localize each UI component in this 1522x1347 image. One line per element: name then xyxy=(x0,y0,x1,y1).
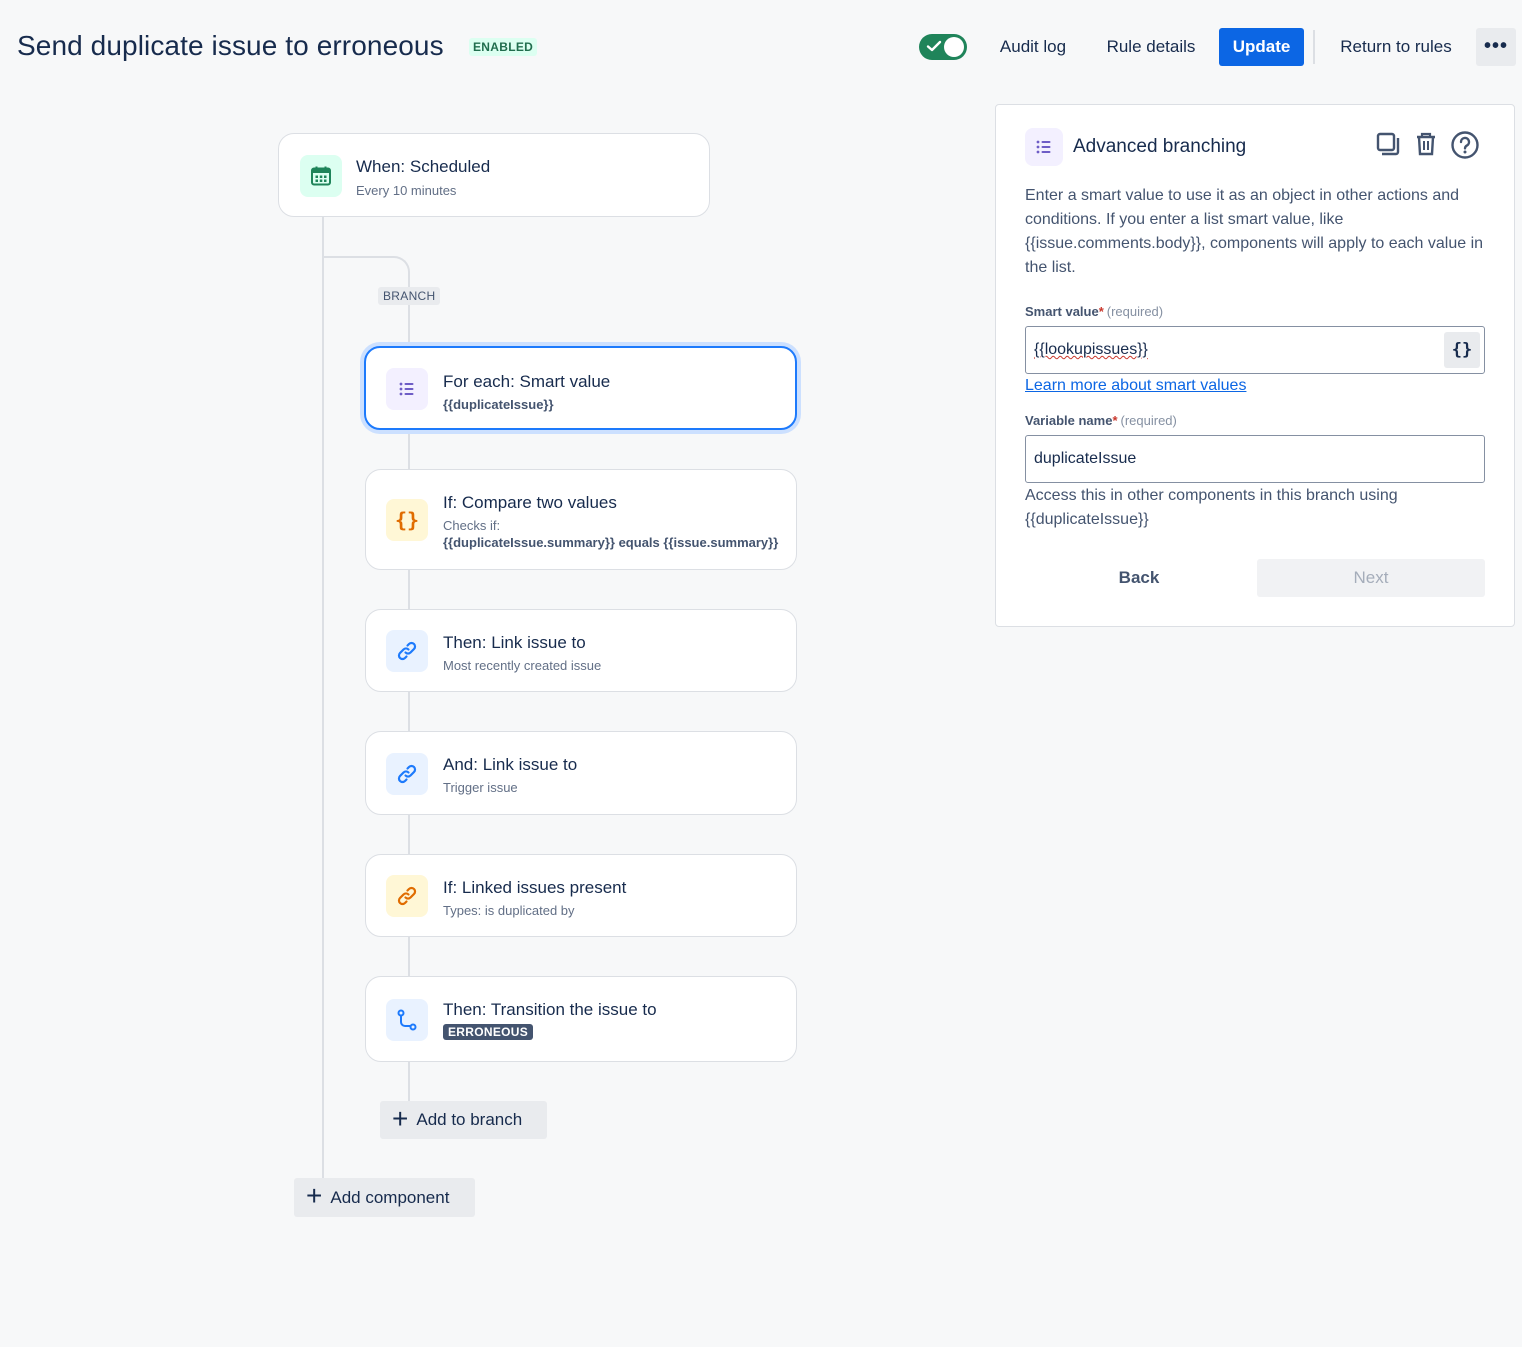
linked-issues-present-subtitle: Types: is duplicated by xyxy=(443,903,575,918)
component-config-panel: Advanced branching Enter a smart value t… xyxy=(995,104,1515,627)
variable-name-label: Variable name* (required) xyxy=(1025,413,1177,428)
rule-details-button[interactable]: Rule details xyxy=(1100,28,1202,66)
add-component-label: Add component xyxy=(330,1187,450,1207)
update-button[interactable]: Update xyxy=(1219,28,1304,66)
plus-icon: + xyxy=(306,1180,323,1211)
erroneous-lozenge: ERRONEOUS xyxy=(443,1024,534,1040)
trigger-card[interactable]: When: Scheduled Every 10 minutes xyxy=(278,133,710,217)
linked-issues-present-title: If: Linked issues present xyxy=(443,878,627,897)
link-icon xyxy=(386,753,428,795)
smart-value-label: Smart value* (required) xyxy=(1025,304,1164,319)
help-icon[interactable] xyxy=(1450,130,1480,160)
return-to-rules-button[interactable]: Return to rules xyxy=(1332,28,1460,66)
list-icon xyxy=(386,368,428,410)
for-each-subtitle: {{duplicateIssue}} xyxy=(443,397,554,412)
add-component-button[interactable]: + Add component xyxy=(294,1178,475,1217)
link-icon xyxy=(386,875,428,917)
add-to-branch-label: Add to branch xyxy=(416,1110,523,1129)
braces-icon: {} xyxy=(386,499,428,541)
next-button[interactable]: Next xyxy=(1257,559,1485,597)
rule-enabled-toggle[interactable] xyxy=(919,34,967,60)
variable-helper-text: Access this in other components in this … xyxy=(1025,487,1398,528)
check-icon xyxy=(926,40,942,52)
audit-log-button[interactable]: Audit log xyxy=(992,28,1074,66)
panel-description: Enter a smart value to use it as an obje… xyxy=(1025,187,1484,276)
and-link-issue-card[interactable]: And: Link issue to Trigger issue xyxy=(365,731,797,815)
add-to-branch-button[interactable]: + Add to branch xyxy=(380,1101,547,1139)
link-icon xyxy=(386,630,428,672)
delete-icon[interactable] xyxy=(1412,130,1440,158)
header-divider xyxy=(1313,30,1315,64)
transition-title: Then: Transition the issue to xyxy=(443,1000,657,1019)
duplicate-icon[interactable] xyxy=(1374,130,1402,158)
smart-value-input[interactable]: {{lookupissues}} {} xyxy=(1025,326,1485,374)
learn-more-link[interactable]: Learn more about smart values xyxy=(1025,377,1246,395)
branch-label: BRANCH xyxy=(378,287,441,305)
variable-name-input[interactable]: duplicateIssue xyxy=(1025,435,1485,483)
link-issue-subtitle: Most recently created issue xyxy=(443,658,602,673)
plus-icon: + xyxy=(392,1102,409,1134)
more-icon: ••• xyxy=(1483,35,1508,57)
main-flow-line xyxy=(322,216,324,1178)
panel-actions xyxy=(1374,130,1480,160)
smart-value-picker-button[interactable]: {} xyxy=(1444,332,1480,368)
trigger-subtitle: Every 10 minutes xyxy=(356,183,457,198)
status-badge: ENABLED xyxy=(469,38,538,56)
linked-issues-present-card[interactable]: If: Linked issues present Types: is dupl… xyxy=(365,854,797,937)
toggle-knob xyxy=(944,37,964,57)
trigger-title: When: Scheduled xyxy=(356,157,491,176)
compare-values-subtitle: {{duplicateIssue.summary}} equals {{issu… xyxy=(443,535,779,550)
transition-status: ERRONEOUS xyxy=(443,1024,534,1040)
branch-connector xyxy=(322,256,410,286)
for-each-title: For each: Smart value xyxy=(443,372,611,391)
list-icon xyxy=(1025,128,1063,166)
compare-values-card[interactable]: {} If: Compare two values Checks if: {{d… xyxy=(365,469,797,570)
panel-title: Advanced branching xyxy=(1073,136,1247,157)
transition-icon xyxy=(386,999,428,1041)
compare-values-prefix: Checks if: xyxy=(443,518,501,533)
more-actions-button[interactable]: ••• xyxy=(1476,28,1516,66)
compare-values-title: If: Compare two values xyxy=(443,493,617,512)
and-link-issue-subtitle: Trigger issue xyxy=(443,780,518,795)
page-title: Send duplicate issue to erroneous xyxy=(17,30,444,61)
and-link-issue-title: And: Link issue to xyxy=(443,755,578,774)
transition-card[interactable]: Then: Transition the issue to ERRONEOUS xyxy=(365,976,797,1062)
for-each-card[interactable]: For each: Smart value {{duplicateIssue}} xyxy=(364,346,797,430)
back-button[interactable]: Back xyxy=(1025,559,1253,597)
calendar-icon xyxy=(300,155,342,197)
link-issue-card[interactable]: Then: Link issue to Most recently create… xyxy=(365,609,797,692)
link-issue-title: Then: Link issue to xyxy=(443,633,586,652)
